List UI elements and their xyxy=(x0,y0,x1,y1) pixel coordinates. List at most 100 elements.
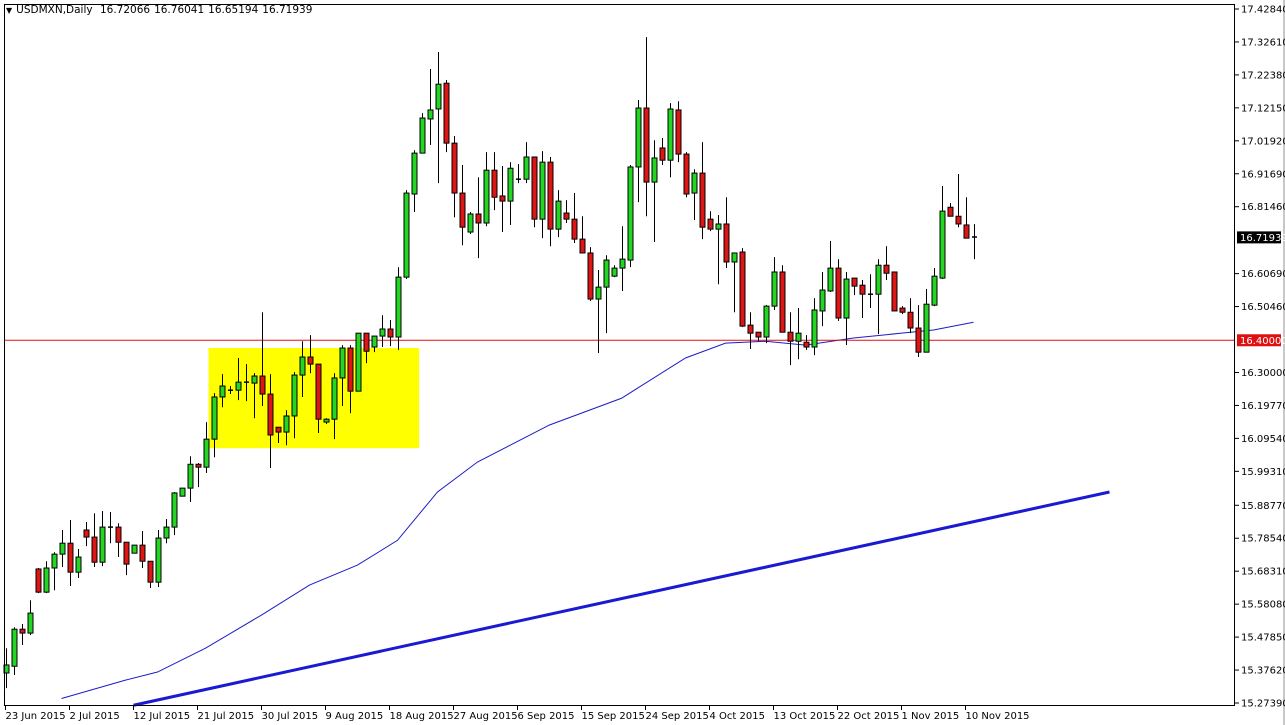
triangle-down-icon[interactable]: ▼ xyxy=(6,6,12,15)
candle-body-bearish xyxy=(307,356,314,365)
candle-body-bearish xyxy=(547,161,554,230)
candle-body-bearish xyxy=(443,82,450,144)
candle-body-bullish xyxy=(419,117,426,154)
y-tick-label: 17.12150 xyxy=(1241,103,1285,114)
candle xyxy=(355,332,362,392)
candle-body-bullish xyxy=(467,213,474,233)
candle-body-bearish xyxy=(115,526,122,543)
candle-body-bearish xyxy=(787,331,794,342)
candle-body-bullish xyxy=(155,537,162,583)
candle-body-bullish xyxy=(827,267,834,292)
candle-body-bearish xyxy=(475,213,482,224)
candle-body-bearish xyxy=(19,628,26,634)
candle xyxy=(835,259,842,321)
candle xyxy=(443,79,450,153)
candle xyxy=(763,305,770,344)
candle xyxy=(675,101,682,163)
x-tick-label: 10 Nov 2015 xyxy=(966,711,1030,722)
candle-body-bearish xyxy=(35,568,42,593)
candle-body-bullish xyxy=(619,258,626,269)
candle xyxy=(179,487,186,497)
candle-body-bearish xyxy=(267,393,274,436)
x-tick-label: 21 Jul 2015 xyxy=(198,711,255,722)
candle-body-bullish xyxy=(811,309,818,348)
candle-body-bearish xyxy=(451,142,458,194)
candle-body-bullish xyxy=(555,200,562,230)
candle-body-bullish xyxy=(715,223,722,230)
candle-body-bullish xyxy=(795,332,802,342)
candle-body-bearish xyxy=(531,156,538,220)
y-tick-label: 16.81460 xyxy=(1241,202,1285,213)
candle-body-bearish xyxy=(907,311,914,329)
y-tick-label: 16.30000 xyxy=(1241,368,1285,379)
candle-body-bearish xyxy=(563,212,570,220)
candle-body-bearish xyxy=(683,153,690,195)
level-price-label: 16.40000 xyxy=(1240,336,1285,347)
candle-body-bearish xyxy=(779,271,786,333)
x-tick-label: 23 Jun 2015 xyxy=(6,711,66,722)
candle-body-bullish xyxy=(403,192,410,278)
candle-body-bullish xyxy=(435,83,442,110)
y-tick-label: 17.42840 xyxy=(1241,5,1285,16)
candle-body-bearish xyxy=(859,284,866,295)
candle xyxy=(683,152,690,198)
ohlc-open: 16.72066 xyxy=(99,4,151,16)
symbol-timeframe: USDMXN,Daily xyxy=(16,4,93,16)
candle-body-bearish xyxy=(659,147,666,161)
candle-body-bearish xyxy=(723,223,730,263)
y-tick-label: 15.58080 xyxy=(1241,600,1285,611)
candle xyxy=(419,113,426,154)
y-tick-label: 17.32610 xyxy=(1241,37,1285,48)
candle xyxy=(891,271,898,312)
candle-body-bearish xyxy=(571,218,578,240)
candle-body-bullish xyxy=(539,161,546,220)
candle-body-bearish xyxy=(675,109,682,155)
y-tick-label: 15.88770 xyxy=(1241,501,1285,512)
candle-body-bearish xyxy=(275,426,282,433)
candle-body-bearish xyxy=(315,363,322,420)
candle-body-bullish xyxy=(371,335,378,348)
candle-body-bullish xyxy=(507,167,514,202)
candle-body-bullish xyxy=(483,169,490,224)
ohlc-close: 16.71939 xyxy=(262,4,313,16)
candle-body-bearish xyxy=(963,224,970,239)
ohlc-high: 16.76041 xyxy=(154,4,205,16)
price-chart[interactable]: 17.42840 17.32610 17.22380 17.12150 17.01920… xyxy=(0,0,1285,725)
candle-body-bearish xyxy=(195,463,202,468)
candle-body-bearish xyxy=(835,267,842,319)
candle-body-bullish xyxy=(627,166,634,261)
candle xyxy=(587,247,594,301)
y-tick-label: 15.99310 xyxy=(1241,467,1285,478)
candle-body-bullish xyxy=(355,332,362,392)
x-tick-label: 6 Sep 2015 xyxy=(518,711,575,722)
candle-body-bullish xyxy=(667,108,674,161)
x-tick-label: 12 Jul 2015 xyxy=(134,711,191,722)
candle xyxy=(403,190,410,280)
candle-body-bullish xyxy=(691,172,698,194)
candle-body-bearish xyxy=(139,544,146,562)
x-tick-label: 22 Oct 2015 xyxy=(838,711,900,722)
candle-body-bullish xyxy=(651,157,658,183)
candle-body-bullish xyxy=(283,415,290,433)
candle-body-bullish xyxy=(299,356,306,376)
candle-body-bullish xyxy=(731,252,738,263)
candle-body-bullish xyxy=(771,271,778,307)
candle-body-bearish xyxy=(83,529,90,538)
x-tick-label: 30 Jul 2015 xyxy=(262,711,319,722)
candle-body-bullish xyxy=(339,347,346,379)
candle-body-bullish xyxy=(235,381,242,391)
candle-body-bearish xyxy=(587,252,594,300)
candle-body-bullish xyxy=(395,276,402,338)
candle-body-bearish xyxy=(579,238,586,254)
x-tick-label: 15 Sep 2015 xyxy=(582,711,645,722)
candle-body-bullish xyxy=(51,553,58,569)
candle-body-bullish xyxy=(211,396,218,440)
candle xyxy=(739,248,746,328)
candle xyxy=(779,265,786,333)
y-tick-label: 16.91690 xyxy=(1241,169,1285,180)
candle-body-bearish xyxy=(803,341,810,348)
y-tick-label: 15.68310 xyxy=(1241,567,1285,578)
candle-body-bullish xyxy=(43,567,50,593)
candle-body-bullish xyxy=(203,438,210,468)
x-tick-label: 24 Sep 2015 xyxy=(646,711,709,722)
